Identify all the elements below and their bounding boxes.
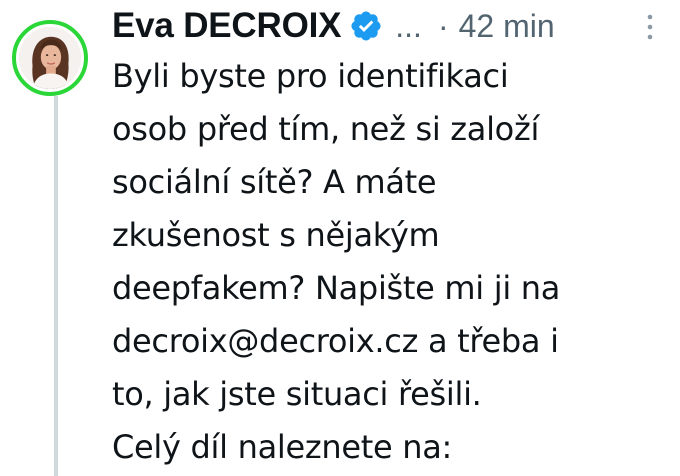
post-text-line: sociální sítě? A máte	[112, 163, 437, 201]
post-text-line: zkušenost s nějakým	[112, 216, 440, 254]
avatar[interactable]	[12, 20, 88, 96]
post-text-line: Byli byste pro identifikaci	[112, 57, 509, 95]
post: Eva DECROIX ... · 42 min Byli byste pro …	[0, 0, 680, 476]
post-header: Eva DECROIX ... · 42 min	[112, 2, 555, 50]
post-body: Byli byste pro identifikaci osob před tí…	[112, 50, 672, 474]
thread-line	[54, 96, 58, 476]
separator-dot: ·	[437, 7, 449, 44]
author-name[interactable]: Eva DECROIX	[112, 6, 341, 46]
post-timestamp[interactable]: 42 min	[459, 8, 555, 45]
post-text-line: osob před tím, než si založí	[112, 110, 540, 148]
verified-badge-icon	[349, 9, 383, 43]
post-text-line: to, jak jste situaci řešili.	[112, 375, 482, 413]
more-vertical-icon[interactable]	[644, 12, 656, 42]
avatar-image	[19, 27, 81, 89]
post-text-line-email[interactable]: decroix@decroix.cz a třeba i	[112, 315, 672, 368]
post-text-line: deepfakem? Napište mi ji na	[112, 269, 561, 307]
name-truncation-ellipsis: ...	[395, 7, 422, 44]
post-text-line: Celý díl naleznete na:	[112, 428, 453, 466]
